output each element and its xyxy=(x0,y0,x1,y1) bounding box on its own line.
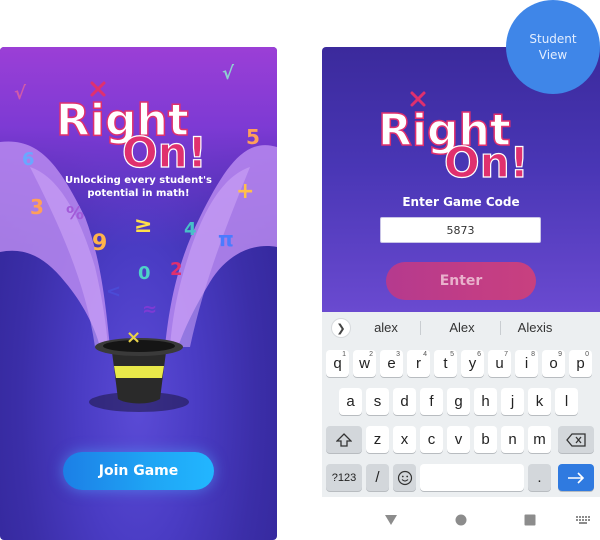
join-game-button[interactable]: Join Game xyxy=(63,452,214,490)
symbol-less-than: < xyxy=(106,281,122,302)
go-key[interactable] xyxy=(558,464,594,491)
hat-band xyxy=(114,366,164,378)
arrow-right-icon xyxy=(568,471,585,484)
symbol-pi: π xyxy=(218,227,234,251)
key-x[interactable]: x xyxy=(393,426,416,453)
suggestion-bar: ❯ alex Alex Alexis xyxy=(322,312,600,344)
student-view-badge: Student View xyxy=(506,0,600,94)
tagline-line-2: potential in math! xyxy=(87,188,190,199)
key-l[interactable]: l xyxy=(555,388,578,415)
symbol-four: 4 xyxy=(184,219,197,240)
key-t[interactable]: t5 xyxy=(434,350,457,377)
slash-key[interactable]: / xyxy=(366,464,389,491)
badge-line-2: View xyxy=(538,48,568,62)
recents-square-icon[interactable] xyxy=(524,514,536,526)
suggestion-divider xyxy=(420,321,421,335)
key-h[interactable]: h xyxy=(474,388,497,415)
key-p[interactable]: p0 xyxy=(569,350,592,377)
welcome-screen: Right On! Unlocking every student's pote… xyxy=(0,47,277,540)
system-nav-bar xyxy=(322,497,600,540)
key-a[interactable]: a xyxy=(339,388,362,415)
key-r[interactable]: r4 xyxy=(407,350,430,377)
suggestion-alex-capital[interactable]: Alex xyxy=(440,320,484,335)
game-code-label: Enter Game Code xyxy=(402,195,520,209)
chevron-right-icon[interactable]: ❯ xyxy=(331,318,351,338)
key-n[interactable]: n xyxy=(501,426,524,453)
backspace-icon xyxy=(566,432,586,447)
tagline: Unlocking every student's potential in m… xyxy=(40,174,237,200)
logo-word-on: On! xyxy=(444,138,529,182)
key-j[interactable]: j xyxy=(501,388,524,415)
game-code-input[interactable] xyxy=(380,217,541,243)
right-on-logo: Right On! xyxy=(55,81,207,170)
keyboard-icon[interactable] xyxy=(576,516,590,525)
key-w[interactable]: w2 xyxy=(353,350,376,377)
symbol-nine: 9 xyxy=(92,231,108,256)
right-on-logo: Right On! xyxy=(377,91,529,182)
key-d[interactable]: d xyxy=(393,388,416,415)
emoji-key[interactable] xyxy=(393,464,416,491)
symbol-approx: ≈ xyxy=(142,299,158,320)
suggestion-alexis[interactable]: Alexis xyxy=(510,320,560,335)
symbol-three: 3 xyxy=(30,195,44,219)
symbol-plus: + xyxy=(236,179,255,204)
shift-key[interactable] xyxy=(326,426,362,453)
logo-word-on: On! xyxy=(122,128,207,170)
suggestion-divider xyxy=(500,321,501,335)
tagline-line-1: Unlocking every student's xyxy=(64,175,213,186)
key-c[interactable]: c xyxy=(420,426,443,453)
symbol-percent: % xyxy=(66,203,85,224)
student-join-screen: Right On! Enter Game Code Enter ❯ alex A… xyxy=(322,47,600,540)
symbol-geq: ≥ xyxy=(134,213,153,238)
on-screen-keyboard: ❯ alex Alex Alexis q1 w2 e3 r4 t5 y6 u7 … xyxy=(322,312,600,497)
symbol-zero: 0 xyxy=(138,263,151,284)
key-e[interactable]: e3 xyxy=(380,350,403,377)
enter-button[interactable]: Enter xyxy=(386,262,536,300)
badge-line-1: Student xyxy=(529,32,577,46)
symbol-six: 6 xyxy=(22,149,35,170)
key-v[interactable]: v xyxy=(447,426,470,453)
home-circle-icon[interactable] xyxy=(455,514,467,526)
symbol-sqrt: √ xyxy=(222,63,235,84)
symbol-times: × xyxy=(126,327,142,348)
symbol-sqrt: √ xyxy=(14,83,27,104)
symbol-two: 2 xyxy=(170,259,183,280)
period-key[interactable]: . xyxy=(528,464,551,491)
key-i[interactable]: i8 xyxy=(515,350,538,377)
key-b[interactable]: b xyxy=(474,426,497,453)
symbols-key[interactable]: ?123 xyxy=(326,464,362,491)
shift-arrow-icon xyxy=(336,432,352,447)
key-g[interactable]: g xyxy=(447,388,470,415)
key-s[interactable]: s xyxy=(366,388,389,415)
key-u[interactable]: u7 xyxy=(488,350,511,377)
key-f[interactable]: f xyxy=(420,388,443,415)
key-z[interactable]: z xyxy=(366,426,389,453)
backspace-key[interactable] xyxy=(558,426,594,453)
suggestion-alex[interactable]: alex xyxy=(364,320,408,335)
key-q[interactable]: q1 xyxy=(326,350,349,377)
key-k[interactable]: k xyxy=(528,388,551,415)
key-m[interactable]: m xyxy=(528,426,551,453)
key-o[interactable]: o9 xyxy=(542,350,565,377)
back-triangle-icon[interactable] xyxy=(384,514,398,526)
key-y[interactable]: y6 xyxy=(461,350,484,377)
space-key[interactable] xyxy=(420,464,524,491)
emoji-smile-icon xyxy=(397,470,412,485)
symbol-five: 5 xyxy=(246,125,260,149)
